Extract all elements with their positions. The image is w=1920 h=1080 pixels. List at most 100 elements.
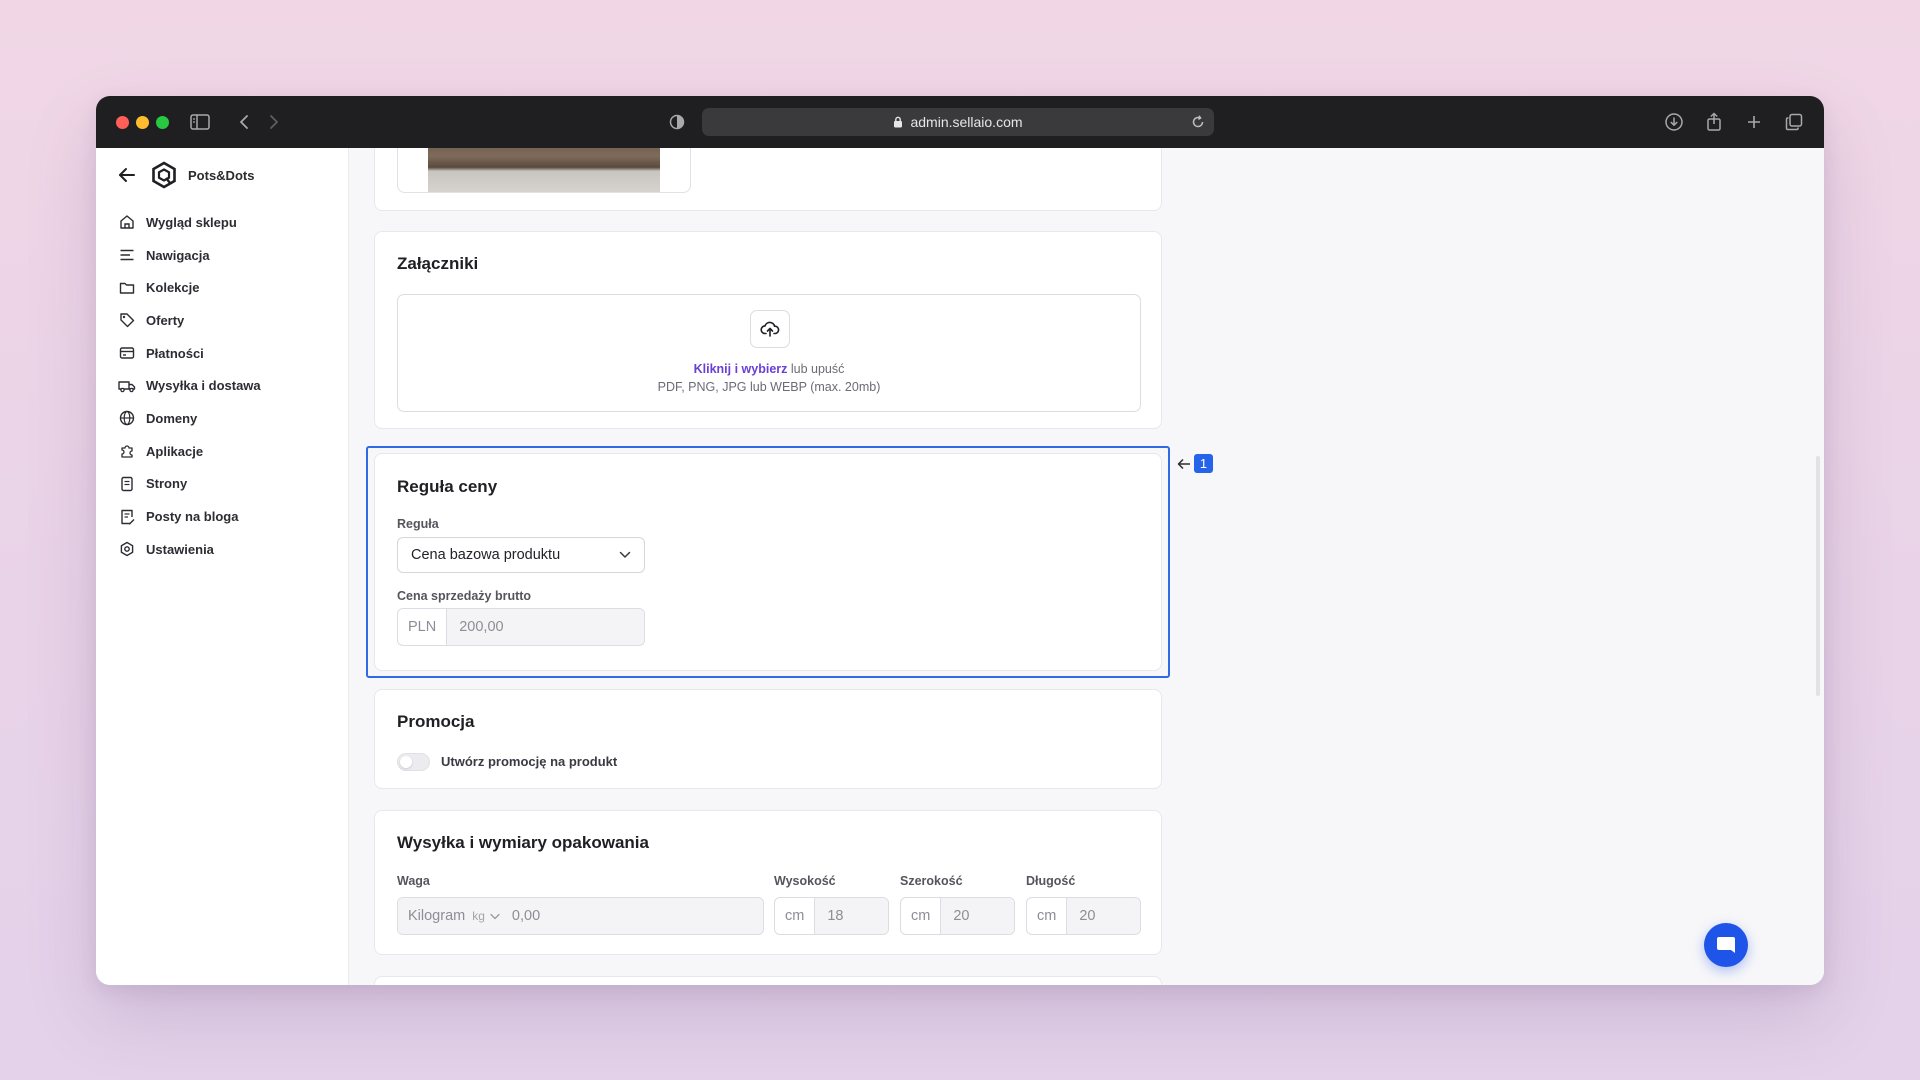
logo-icon bbox=[150, 161, 178, 189]
media-thumbnail-frame[interactable] bbox=[397, 148, 691, 193]
browse-files-link[interactable]: Kliknij i wybierz bbox=[694, 362, 788, 376]
rule-select[interactable]: Cena bazowa produktu bbox=[397, 537, 645, 573]
media-card bbox=[374, 148, 1162, 211]
promotion-title: Promocja bbox=[397, 712, 475, 731]
next-section-card bbox=[374, 976, 1162, 985]
width-field[interactable]: cm 20 bbox=[900, 897, 1015, 935]
home-icon bbox=[118, 213, 136, 231]
length-field[interactable]: cm 20 bbox=[1026, 897, 1141, 935]
upload-button[interactable] bbox=[750, 310, 790, 348]
gross-price-label: Cena sprzedaży brutto bbox=[397, 589, 532, 603]
share-icon[interactable] bbox=[1702, 110, 1726, 134]
close-window-button[interactable] bbox=[116, 116, 129, 129]
address-bar[interactable]: admin.sellaio.com bbox=[702, 108, 1214, 136]
promotion-toggle[interactable] bbox=[397, 753, 430, 771]
new-tab-icon[interactable] bbox=[1742, 110, 1766, 134]
height-field[interactable]: cm 18 bbox=[774, 897, 889, 935]
width-unit: cm bbox=[901, 898, 942, 934]
annotation-marker: 1 bbox=[1177, 454, 1213, 473]
sidebar-item-label: Domeny bbox=[146, 410, 198, 426]
sidebar-item-label: Nawigacja bbox=[146, 247, 210, 263]
length-value[interactable]: 20 bbox=[1067, 898, 1140, 934]
forward-arrow-icon[interactable] bbox=[264, 110, 284, 134]
sidebar-item-apps[interactable]: Aplikacje bbox=[118, 435, 261, 468]
file-dropzone[interactable]: Kliknij i wybierz lub upuść PDF, PNG, JP… bbox=[397, 294, 1141, 412]
back-arrow-icon[interactable] bbox=[234, 110, 254, 134]
weight-field[interactable]: Kilogram kg 0,00 bbox=[397, 897, 764, 935]
price-rule-title: Reguła ceny bbox=[397, 477, 498, 496]
chevron-down-icon bbox=[490, 913, 500, 920]
blog-post-icon bbox=[118, 508, 136, 526]
sidebar-item-pages[interactable]: Strony bbox=[118, 468, 261, 501]
attachments-card: Załączniki Kliknij i wybierz lub upuść P… bbox=[374, 231, 1162, 429]
sidebar-nav: Wygląd sklepu Nawigacja Kolekcje Oferty … bbox=[118, 206, 261, 566]
shipping-card: Wysyłka i wymiary opakowania Waga Kilogr… bbox=[374, 810, 1162, 955]
width-value[interactable]: 20 bbox=[941, 898, 1014, 934]
puzzle-icon bbox=[118, 442, 136, 460]
chat-button[interactable] bbox=[1704, 923, 1748, 967]
sidebar-item-store-appearance[interactable]: Wygląd sklepu bbox=[118, 206, 261, 239]
sidebar-item-offers[interactable]: Oferty bbox=[118, 304, 261, 337]
annotation-badge: 1 bbox=[1194, 454, 1213, 473]
sidebar-item-label: Strony bbox=[146, 476, 188, 492]
gear-icon bbox=[118, 540, 136, 558]
weight-unit-select[interactable]: Kilogram kg bbox=[398, 898, 506, 934]
sidebar-item-label: Ustawienia bbox=[146, 541, 214, 557]
sidebar: Pots&Dots Wygląd sklepu Nawigacja Kolekc… bbox=[96, 148, 349, 985]
sidebar-item-blog-posts[interactable]: Posty na bloga bbox=[118, 500, 261, 533]
sidebar-item-label: Posty na bloga bbox=[146, 509, 239, 525]
width-label: Szerokość bbox=[900, 874, 963, 888]
height-label: Wysokość bbox=[774, 874, 836, 888]
privacy-shield-icon[interactable] bbox=[666, 110, 688, 134]
minimize-window-button[interactable] bbox=[136, 116, 149, 129]
upload-cloud-icon bbox=[760, 320, 780, 338]
main-content: Załączniki Kliknij i wybierz lub upuść P… bbox=[349, 148, 1824, 985]
weight-unit-abbr: kg bbox=[472, 909, 485, 923]
sidebar-item-label: Aplikacje bbox=[146, 443, 204, 459]
menu-lines-icon bbox=[118, 246, 136, 264]
tab-overview-icon[interactable] bbox=[1782, 110, 1806, 134]
sidebar-toggle-icon[interactable] bbox=[188, 110, 212, 134]
scrollbar[interactable] bbox=[1816, 456, 1820, 696]
weight-unit-name: Kilogram bbox=[408, 908, 466, 924]
weight-value[interactable]: 0,00 bbox=[505, 898, 763, 934]
product-image bbox=[428, 148, 660, 192]
upload-instructions: Kliknij i wybierz lub upuść PDF, PNG, JP… bbox=[398, 360, 1140, 396]
sidebar-item-label: Kolekcje bbox=[146, 280, 200, 296]
sidebar-item-label: Oferty bbox=[146, 312, 185, 328]
gross-price-field[interactable]: PLN 200,00 bbox=[397, 608, 645, 646]
browser-toolbar: admin.sellaio.com bbox=[96, 96, 1824, 148]
rule-select-value: Cena bazowa produktu bbox=[411, 547, 561, 563]
attachments-title: Załączniki bbox=[397, 254, 479, 273]
store-name: Pots&Dots bbox=[188, 167, 255, 183]
sidebar-item-collections[interactable]: Kolekcje bbox=[118, 271, 261, 304]
globe-icon bbox=[118, 409, 136, 427]
sidebar-item-settings[interactable]: Ustawienia bbox=[118, 533, 261, 566]
height-value[interactable]: 18 bbox=[815, 898, 888, 934]
gross-price-value[interactable]: 200,00 bbox=[447, 609, 644, 645]
reload-icon[interactable] bbox=[1190, 114, 1206, 130]
credit-card-icon bbox=[118, 344, 136, 362]
sidebar-item-label: Wygląd sklepu bbox=[146, 214, 237, 230]
arrow-left-icon bbox=[1177, 458, 1191, 470]
rule-label: Reguła bbox=[397, 517, 439, 531]
sidebar-item-navigation[interactable]: Nawigacja bbox=[118, 239, 261, 272]
url-text: admin.sellaio.com bbox=[910, 114, 1023, 130]
chat-bubble-icon bbox=[1715, 934, 1737, 956]
sidebar-item-payments[interactable]: Płatności bbox=[118, 337, 261, 370]
truck-icon bbox=[118, 377, 136, 395]
price-rule-card: Reguła ceny Reguła Cena bazowa produktu … bbox=[374, 453, 1162, 671]
folder-icon bbox=[118, 279, 136, 297]
download-icon[interactable] bbox=[1662, 110, 1686, 134]
page-icon bbox=[118, 475, 136, 493]
maximize-window-button[interactable] bbox=[156, 116, 169, 129]
drop-hint-text: lub upuść bbox=[787, 362, 845, 376]
back-arrow-icon[interactable] bbox=[118, 167, 138, 183]
promotion-toggle-label: Utwórz promocję na produkt bbox=[441, 754, 618, 769]
length-unit: cm bbox=[1027, 898, 1068, 934]
browser-window: admin.sellaio.com Pots&Dots Wygląd sklep… bbox=[96, 96, 1824, 985]
sidebar-item-label: Wysyłka i dostawa bbox=[146, 378, 261, 394]
sidebar-item-shipping[interactable]: Wysyłka i dostawa bbox=[118, 369, 261, 402]
shipping-title: Wysyłka i wymiary opakowania bbox=[397, 833, 649, 852]
sidebar-item-domains[interactable]: Domeny bbox=[118, 402, 261, 435]
